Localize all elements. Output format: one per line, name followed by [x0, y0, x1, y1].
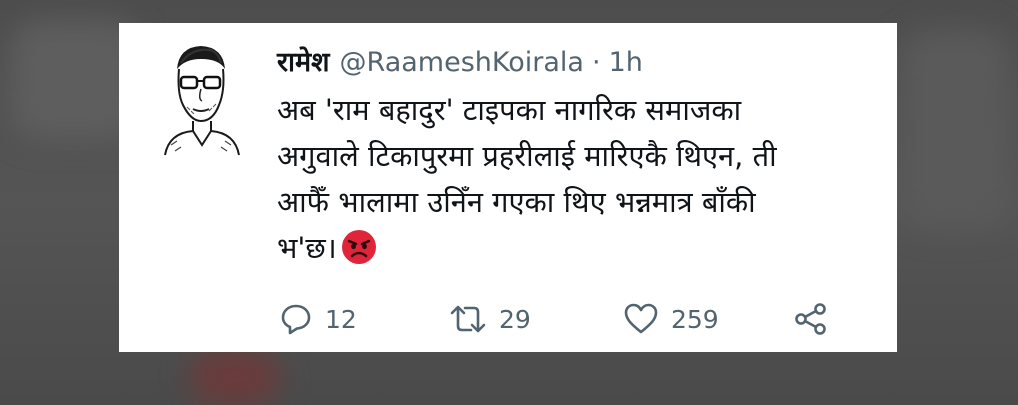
background-blur	[900, 30, 1010, 230]
tweet-header: रामेश @RaameshKoirala · 1h	[277, 43, 643, 83]
tweet-timestamp[interactable]: 1h	[609, 43, 643, 83]
share-icon	[795, 303, 826, 335]
share-button[interactable]	[793, 299, 829, 339]
angry-face-emoji-icon	[341, 230, 376, 264]
retweet-count: 29	[499, 304, 531, 334]
tweet-text-line: अब 'राम बहादुर' टाइपका नागरिक समाजका	[277, 93, 742, 127]
tweet-actions: 12 29 259	[279, 299, 839, 339]
reply-icon	[281, 304, 311, 335]
like-button[interactable]: 259	[623, 299, 719, 339]
avatar[interactable]	[159, 41, 243, 157]
heart-icon	[624, 303, 658, 334]
tweet-text-line: भ'छ।	[277, 225, 877, 271]
tweet-text-line-end: भ'छ।	[277, 231, 337, 265]
background-blur	[190, 350, 280, 405]
reply-button[interactable]: 12	[279, 299, 357, 339]
tweet-text-line: अगुवाले टिकापुरमा प्रहरीलाई मारिएकै थिएन…	[277, 139, 777, 173]
header-separator: ·	[591, 47, 601, 78]
author-handle[interactable]: @RaameshKoirala	[340, 43, 584, 83]
reply-count: 12	[325, 304, 357, 334]
tweet-text-line: आफैँ भालामा उनिँन गएका थिए भन्नमात्र बाँ…	[277, 185, 756, 219]
retweet-button[interactable]: 29	[449, 299, 531, 339]
author-name[interactable]: रामेश	[277, 43, 330, 83]
like-count: 259	[671, 304, 719, 334]
tweet-text: अब 'राम बहादुर' टाइपका नागरिक समाजका अगु…	[277, 87, 877, 271]
retweet-icon	[450, 305, 486, 333]
tweet-card: रामेश @RaameshKoirala · 1h अब 'राम बहादु…	[119, 23, 897, 352]
